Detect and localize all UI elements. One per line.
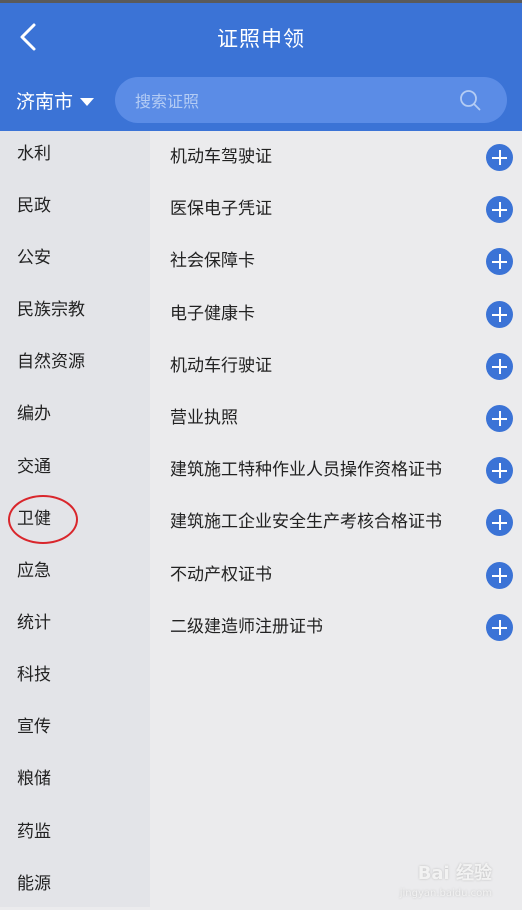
city-label: 济南市 (16, 91, 74, 113)
list-item[interactable]: 机动车行驶证 (150, 340, 522, 392)
caret-down-icon (80, 97, 95, 106)
add-icon[interactable] (486, 405, 513, 432)
sidebar-item[interactable]: 统计 (0, 597, 150, 649)
add-icon[interactable] (486, 301, 513, 328)
sidebar-item[interactable]: 民族宗教 (0, 284, 150, 336)
sidebar-item[interactable]: 编办 (0, 388, 150, 440)
list-item[interactable]: 二级建造师注册证书 (150, 601, 522, 653)
list-item[interactable]: 建筑施工企业安全生产考核合格证书 (150, 496, 522, 548)
list-item[interactable]: 建筑施工特种作业人员操作资格证书 (150, 444, 522, 496)
add-icon[interactable] (486, 614, 513, 641)
sidebar-item[interactable]: 应急 (0, 545, 150, 597)
sidebar-item[interactable]: 卫健 (0, 493, 150, 545)
license-name: 电子健康卡 (170, 304, 255, 324)
page-title: 证照申领 (217, 27, 305, 51)
sidebar-item[interactable]: 科技 (0, 649, 150, 701)
license-name: 建筑施工特种作业人员操作资格证书 (170, 460, 442, 480)
list-item[interactable]: 医保电子凭证 (150, 183, 522, 235)
license-name: 机动车驾驶证 (170, 147, 272, 167)
license-name: 二级建造师注册证书 (170, 617, 323, 637)
watermark-logo: Bai 经验 (417, 863, 492, 884)
search-icon[interactable] (459, 89, 481, 111)
list-item[interactable]: 社会保障卡 (150, 235, 522, 287)
license-list: 机动车驾驶证 医保电子凭证 社会保障卡 电子健康卡 机动车行驶证 营业执照 建筑… (150, 131, 522, 907)
sidebar-item[interactable]: 粮储 (0, 753, 150, 805)
search-input[interactable] (133, 77, 457, 125)
sidebar-item[interactable]: 自然资源 (0, 336, 150, 388)
license-name: 社会保障卡 (170, 251, 255, 271)
license-name: 不动产权证书 (170, 565, 272, 585)
add-icon[interactable] (486, 248, 513, 275)
search-box[interactable] (115, 77, 507, 125)
add-icon[interactable] (486, 457, 513, 484)
sidebar-item[interactable]: 药监 (0, 806, 150, 858)
add-icon[interactable] (486, 144, 513, 171)
license-name: 建筑施工企业安全生产考核合格证书 (170, 512, 442, 532)
watermark-url: jingyan.baidu.com (399, 888, 492, 899)
sidebar-item[interactable]: 宣传 (0, 701, 150, 753)
list-item[interactable]: 电子健康卡 (150, 288, 522, 340)
list-item[interactable]: 营业执照 (150, 392, 522, 444)
category-sidebar: 水利 民政 公安 民族宗教 自然资源 编办 交通 卫健 应急 统计 科技 宣传 … (0, 131, 150, 907)
sidebar-item[interactable]: 能源 (0, 858, 150, 910)
license-name: 营业执照 (170, 408, 238, 428)
sidebar-item[interactable]: 水利 (0, 128, 150, 180)
add-icon[interactable] (486, 509, 513, 536)
sidebar-item[interactable]: 交通 (0, 441, 150, 493)
license-name: 机动车行驶证 (170, 356, 272, 376)
city-selector[interactable]: 济南市 (16, 87, 95, 114)
license-name: 医保电子凭证 (170, 199, 272, 219)
sidebar-item[interactable]: 民政 (0, 180, 150, 232)
add-icon[interactable] (486, 562, 513, 589)
sidebar-item[interactable]: 公安 (0, 232, 150, 284)
list-item[interactable]: 机动车驾驶证 (150, 131, 522, 183)
list-item[interactable]: 不动产权证书 (150, 549, 522, 601)
add-icon[interactable] (486, 353, 513, 380)
add-icon[interactable] (486, 196, 513, 223)
header-bar: 证照申领 济南市 (0, 3, 522, 131)
